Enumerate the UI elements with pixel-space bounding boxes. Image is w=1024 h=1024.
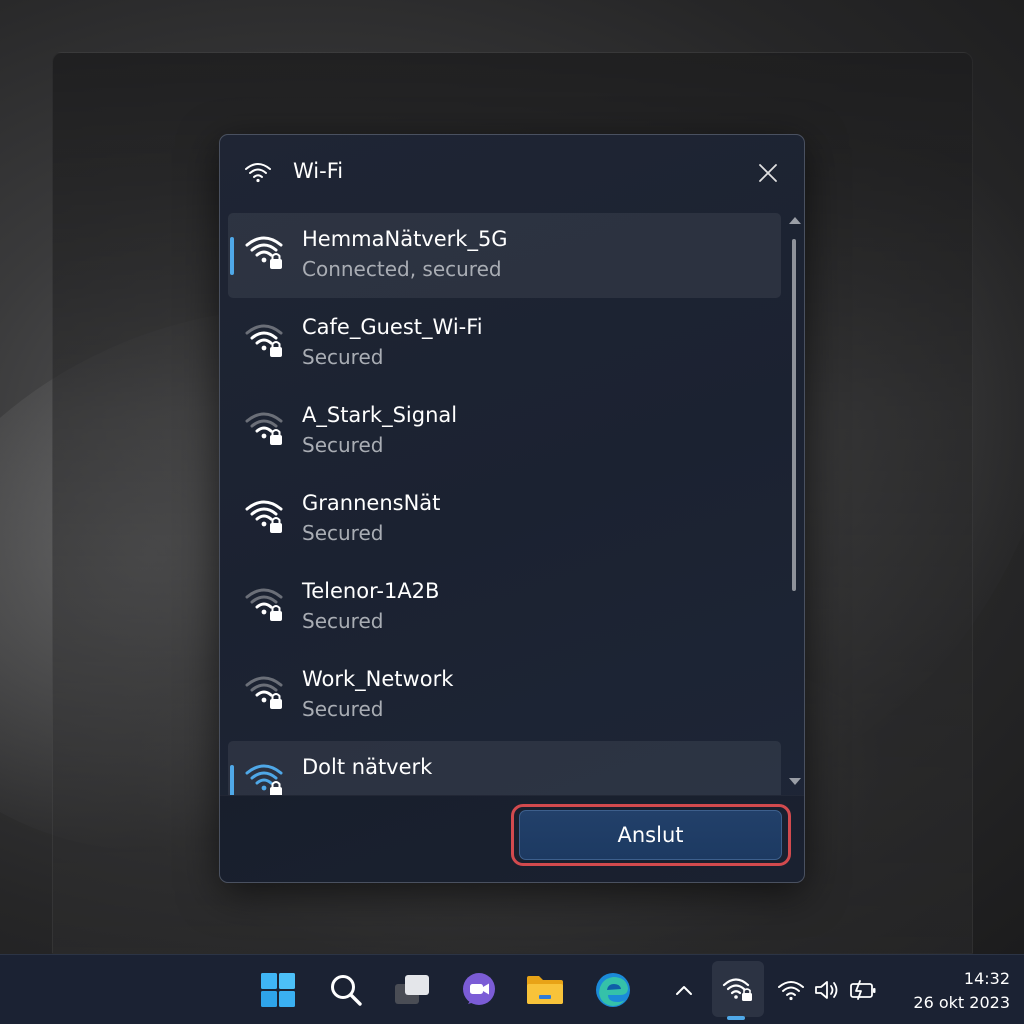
network-item[interactable]: Cafe_Guest_Wi-Fi Secured bbox=[228, 301, 781, 386]
clock-date: 26 okt 2023 bbox=[913, 993, 1010, 1012]
flyout-footer: Anslut bbox=[220, 795, 804, 882]
network-name: A_Stark_Signal bbox=[302, 403, 458, 427]
network-name: GrannensNät bbox=[302, 491, 441, 515]
wifi-secured-icon bbox=[245, 588, 283, 621]
wifi-icon bbox=[245, 163, 271, 183]
chevron-up-icon bbox=[676, 986, 692, 995]
network-tray-button[interactable] bbox=[776, 975, 806, 1005]
wifi-flyout: Wi-Fi HemmaNätverk_5G Connected, secured C… bbox=[219, 134, 805, 883]
network-name: Telenor-1A2B bbox=[302, 579, 440, 603]
task-view-button[interactable] bbox=[389, 967, 435, 1013]
connect-button[interactable]: Anslut bbox=[519, 810, 782, 860]
task-view-icon bbox=[395, 975, 429, 1004]
volume-icon bbox=[815, 981, 838, 999]
network-status: Secured bbox=[302, 521, 384, 545]
search-icon bbox=[331, 975, 362, 1006]
battery-icon bbox=[850, 980, 876, 1000]
close-icon bbox=[759, 164, 777, 182]
active-indicator bbox=[727, 1016, 745, 1020]
clock-time: 14:32 bbox=[963, 969, 1010, 988]
network-status: Secured bbox=[302, 609, 384, 633]
network-status: Secured bbox=[302, 433, 384, 457]
file-explorer-icon bbox=[527, 976, 563, 1004]
network-status: Connected, secured bbox=[302, 257, 502, 281]
network-status: Secured bbox=[302, 345, 384, 369]
teams-chat-icon bbox=[463, 973, 495, 1005]
scrollbar[interactable] bbox=[787, 213, 801, 793]
selected-indicator bbox=[230, 237, 234, 275]
network-item[interactable]: GrannensNät Secured bbox=[228, 477, 781, 562]
wifi-secured-icon bbox=[245, 500, 283, 533]
wifi-secured-icon bbox=[245, 412, 283, 445]
taskbar-clock[interactable]: 14:32 26 okt 2023 bbox=[892, 967, 1010, 1015]
flyout-title: Wi-Fi bbox=[293, 159, 344, 183]
flyout-header: Wi-Fi bbox=[220, 135, 804, 211]
file-explorer-button[interactable] bbox=[522, 967, 568, 1013]
scroll-thumb[interactable] bbox=[792, 239, 796, 591]
volume-tray-button[interactable] bbox=[812, 975, 842, 1005]
wifi-locked-icon bbox=[722, 978, 752, 1001]
close-button[interactable] bbox=[748, 155, 788, 191]
network-name: Work_Network bbox=[302, 667, 454, 691]
windows-start-icon bbox=[261, 973, 295, 1007]
network-name: Cafe_Guest_Wi-Fi bbox=[302, 315, 483, 339]
battery-tray-button[interactable] bbox=[848, 975, 878, 1005]
scroll-down-arrow[interactable] bbox=[789, 778, 801, 785]
network-item[interactable]: Dolt nätverk bbox=[228, 741, 781, 795]
teams-chat-button[interactable] bbox=[456, 967, 502, 1013]
network-name: HemmaNätverk_5G bbox=[302, 227, 508, 251]
wifi-secured-icon bbox=[245, 324, 283, 357]
search-button[interactable] bbox=[323, 967, 369, 1013]
scroll-up-arrow[interactable] bbox=[789, 217, 801, 224]
network-item[interactable]: HemmaNätverk_5G Connected, secured bbox=[228, 213, 781, 298]
network-item[interactable]: Telenor-1A2B Secured bbox=[228, 565, 781, 650]
selected-indicator bbox=[230, 765, 234, 795]
edge-browser-icon bbox=[596, 973, 630, 1007]
wifi-secured-icon bbox=[245, 236, 283, 269]
wifi-quick-button[interactable] bbox=[712, 961, 764, 1020]
taskbar: 14:32 26 okt 2023 bbox=[0, 954, 1024, 1024]
network-list[interactable]: HemmaNätverk_5G Connected, secured Cafe_Gu… bbox=[228, 211, 781, 795]
network-status: Secured bbox=[302, 697, 384, 721]
network-item[interactable]: Work_Network Secured bbox=[228, 653, 781, 738]
windows-start-button[interactable] bbox=[255, 967, 301, 1013]
wifi-icon bbox=[778, 981, 804, 1001]
wifi-secured-icon bbox=[245, 764, 283, 795]
edge-browser-button[interactable] bbox=[590, 967, 636, 1013]
network-name: Dolt nätverk bbox=[302, 755, 433, 779]
show-hidden-icons-button[interactable] bbox=[669, 975, 699, 1005]
wifi-secured-icon bbox=[245, 676, 283, 709]
network-item[interactable]: A_Stark_Signal Secured bbox=[228, 389, 781, 474]
